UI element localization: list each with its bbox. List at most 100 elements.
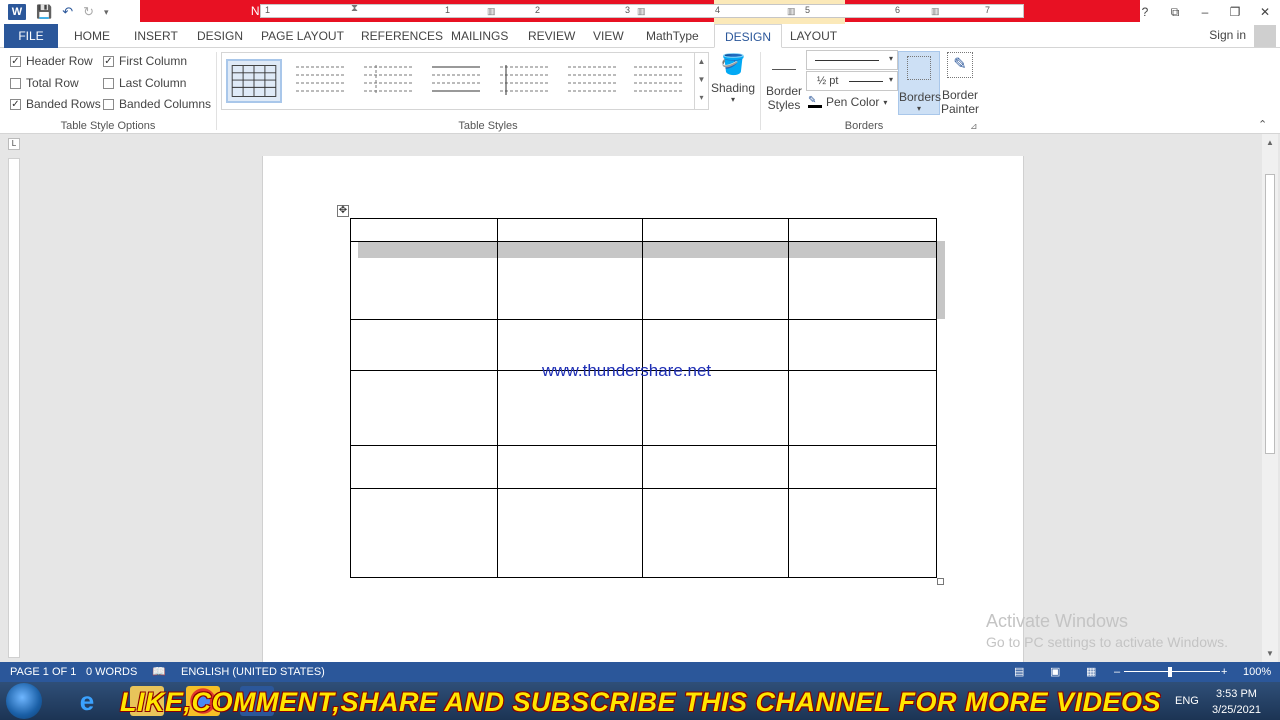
vertical-scrollbar[interactable]: ▲ ▼ — [1262, 134, 1278, 662]
tab-mailings[interactable]: MAILINGS — [451, 24, 508, 48]
horizontal-ruler[interactable]: 1 1 2 3 4 5 6 7 ▥ ▥ ▥ ▥ ⧗ — [260, 3, 1024, 18]
table-cell[interactable] — [642, 241, 790, 320]
customize-qat-icon[interactable]: ▾ — [104, 7, 109, 18]
table-cell[interactable] — [642, 445, 790, 489]
gallery-down-icon[interactable]: ▼ — [695, 71, 708, 89]
tab-table-layout[interactable]: LAYOUT — [790, 24, 837, 48]
table-cell[interactable] — [496, 445, 644, 489]
table-move-handle-icon[interactable]: ✥ — [337, 205, 349, 217]
borders-button[interactable]: Borders ▾ — [898, 51, 941, 115]
table-cell[interactable] — [788, 319, 937, 371]
tab-selector-icon[interactable]: L — [8, 138, 20, 150]
banded-columns-checkbox[interactable]: Banded Columns — [103, 97, 211, 111]
last-column-checkbox[interactable]: Last Column — [103, 76, 186, 90]
clock-date[interactable]: 3/25/2021 — [1212, 704, 1261, 716]
page-count[interactable]: PAGE 1 OF 1 — [10, 662, 76, 682]
zoom-slider[interactable] — [1124, 671, 1220, 672]
table-style-plain-2[interactable] — [360, 59, 416, 103]
table-cell[interactable] — [788, 488, 937, 578]
table-cell[interactable] — [350, 445, 498, 489]
restore-icon[interactable]: ❐ — [1220, 5, 1250, 19]
tab-references[interactable]: REFERENCES — [361, 24, 443, 48]
table-cell[interactable] — [496, 218, 644, 242]
table-cell[interactable] — [350, 241, 498, 320]
scroll-thumb[interactable] — [1265, 174, 1275, 454]
table-resize-handle-icon[interactable] — [937, 578, 944, 585]
read-mode-icon[interactable]: ▤ — [1014, 662, 1024, 682]
table-cell[interactable] — [350, 488, 498, 578]
sign-in-link[interactable]: Sign in — [1209, 24, 1246, 48]
tab-mathtype[interactable]: MathType — [646, 24, 699, 48]
zoom-in-icon[interactable]: + — [1221, 662, 1227, 682]
word-logo-icon[interactable]: W — [8, 4, 26, 20]
zoom-level[interactable]: 100% — [1243, 662, 1271, 682]
column-marker-icon[interactable]: ▥ — [931, 6, 940, 17]
gallery-more-icon[interactable]: ▾ — [695, 89, 708, 107]
zoom-slider-thumb[interactable] — [1168, 667, 1172, 677]
first-column-checkbox[interactable]: ✓ First Column — [103, 54, 187, 68]
ribbon-display-icon[interactable]: ⧉ — [1160, 5, 1190, 20]
language-indicator[interactable]: ENGLISH (UNITED STATES) — [181, 662, 325, 682]
redo-icon[interactable]: ↻ — [83, 4, 94, 20]
table-cell[interactable] — [642, 370, 790, 446]
internet-explorer-icon[interactable]: e — [70, 686, 104, 716]
table-cell[interactable] — [496, 488, 644, 578]
tab-view[interactable]: VIEW — [593, 24, 624, 48]
save-icon[interactable]: 💾 — [36, 4, 52, 20]
gallery-up-icon[interactable]: ▲ — [695, 53, 708, 71]
minimize-icon[interactable]: – — [1190, 5, 1220, 19]
tab-review[interactable]: REVIEW — [528, 24, 575, 48]
tab-insert[interactable]: INSERT — [134, 24, 178, 48]
document-table[interactable] — [350, 218, 937, 578]
border-styles-button[interactable]: Border Styles — [762, 56, 806, 112]
column-marker-icon[interactable]: ▥ — [487, 6, 496, 17]
scroll-up-icon[interactable]: ▲ — [1262, 138, 1278, 147]
table-style-plain-3[interactable] — [428, 59, 484, 103]
total-row-checkbox[interactable]: Total Row — [10, 76, 79, 90]
table-cell[interactable] — [350, 319, 498, 371]
zoom-out-icon[interactable]: – — [1114, 662, 1120, 682]
table-cell[interactable] — [788, 445, 937, 489]
table-style-plain-4[interactable] — [496, 59, 552, 103]
collapse-ribbon-icon[interactable]: ⌃ — [1258, 118, 1267, 131]
pen-color-button[interactable]: ✎ Pen Color ▾ — [808, 95, 887, 109]
header-row-checkbox[interactable]: ✓ Header Row — [10, 54, 93, 68]
tab-table-design[interactable]: DESIGN — [714, 24, 783, 48]
table-cell[interactable] — [350, 218, 498, 242]
border-painter-button[interactable]: ✎ Border Painter — [940, 52, 980, 116]
proofing-icon[interactable]: 📖 — [152, 662, 166, 682]
print-layout-icon[interactable]: ▣ — [1050, 662, 1060, 682]
column-marker-icon[interactable]: ▥ — [637, 6, 646, 17]
clock-time[interactable]: 3:53 PM — [1216, 688, 1257, 700]
vertical-ruler[interactable] — [8, 158, 20, 658]
help-icon[interactable]: ? — [1130, 5, 1160, 19]
input-language[interactable]: ENG — [1175, 695, 1199, 707]
dialog-launcher-icon[interactable]: ⊿ — [970, 121, 978, 132]
word-count[interactable]: 0 WORDS — [86, 662, 137, 682]
table-cell[interactable] — [350, 370, 498, 446]
tab-file[interactable]: FILE — [4, 24, 58, 48]
table-cell[interactable] — [496, 241, 644, 320]
undo-icon[interactable]: ↶ — [62, 4, 73, 20]
table-cell[interactable] — [788, 241, 937, 320]
table-style-plain-1[interactable] — [292, 59, 348, 103]
tab-home[interactable]: HOME — [74, 24, 110, 48]
table-cell[interactable] — [788, 370, 937, 446]
table-cell[interactable] — [788, 218, 937, 242]
close-icon[interactable]: ✕ — [1250, 5, 1280, 19]
table-cell[interactable] — [642, 488, 790, 578]
start-button-icon[interactable] — [6, 683, 42, 719]
table-style-grid[interactable] — [226, 59, 282, 103]
line-style-dropdown[interactable]: ▾ — [806, 50, 898, 70]
tab-design[interactable]: DESIGN — [197, 24, 243, 48]
indent-marker-icon[interactable]: ⧗ — [351, 3, 358, 14]
web-layout-icon[interactable]: ▦ — [1086, 662, 1096, 682]
table-cell[interactable] — [642, 218, 790, 242]
table-style-plain-6[interactable] — [630, 59, 686, 103]
table-style-plain-5[interactable] — [564, 59, 620, 103]
table-cell[interactable] — [496, 370, 644, 446]
tab-page-layout[interactable]: PAGE LAYOUT — [261, 24, 344, 48]
column-marker-icon[interactable]: ▥ — [787, 6, 796, 17]
banded-rows-checkbox[interactable]: ✓ Banded Rows — [10, 97, 101, 111]
shading-button[interactable]: 🪣 Shading ▾ — [710, 52, 756, 104]
